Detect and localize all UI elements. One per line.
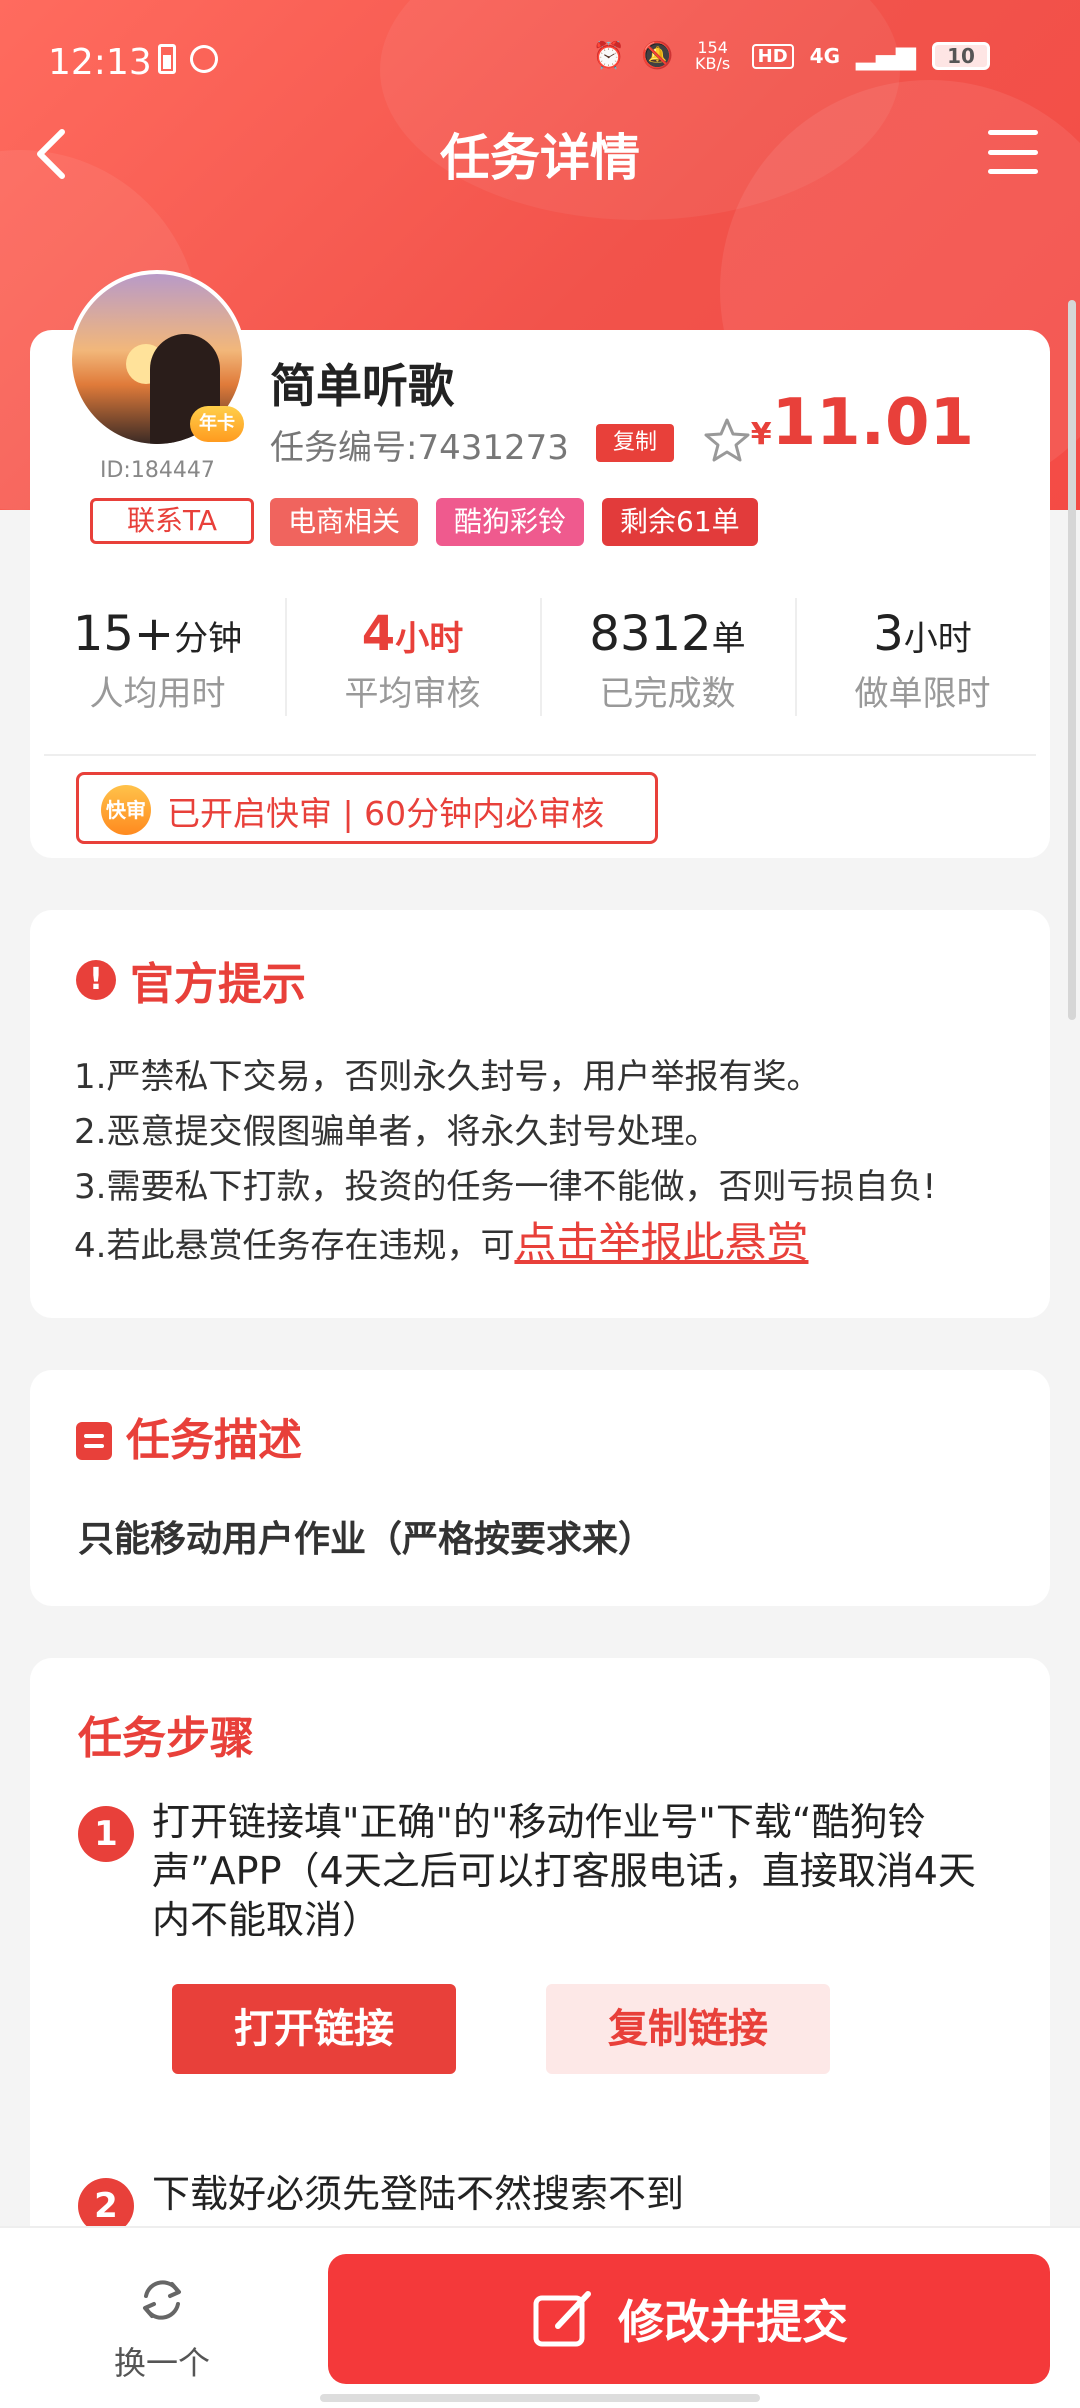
task-price: ¥11.01: [751, 386, 974, 460]
tag-type: 酷狗彩铃: [436, 498, 585, 546]
notice-lines: 1.严禁私下交易，否则永久封号，用户举报有奖。 2.恶意提交假图骗单者，将永久封…: [74, 1050, 1020, 1274]
status-time: 12:13: [48, 42, 152, 83]
steps-title: 任务步骤: [78, 1713, 254, 1764]
tag-remaining: 剩余61单: [602, 498, 758, 546]
description-text: 只能移动用户作业（严格按要求来）: [78, 1519, 655, 1560]
signal-label: 4G: [809, 44, 840, 68]
notice-line: 4.若此悬赏任务存在违规，可点击举报此悬赏: [74, 1218, 809, 1267]
copy-task-number-button[interactable]: 复制: [596, 424, 674, 462]
description-title: 任务描述: [126, 1415, 302, 1466]
menu-icon[interactable]: [988, 130, 1038, 174]
divider: [44, 754, 1036, 756]
mute-icon: 🔕: [641, 41, 674, 71]
battery-saver-icon: [158, 44, 176, 74]
publisher-id: ID:184447: [100, 458, 215, 483]
task-summary-card: 年卡 ID:184447 联系TA 简单听歌 任务编号:7431273 复制 ¥…: [30, 270, 1050, 858]
net-speed: 154 KB/s: [695, 38, 731, 73]
document-icon: [76, 1422, 112, 1460]
price-currency: ¥: [750, 417, 772, 452]
task-tags: 电商相关 酷狗彩铃 剩余61单: [270, 498, 758, 546]
notice-line: 1.严禁私下交易，否则永久封号，用户举报有奖。: [74, 1057, 821, 1097]
step-number: 1: [78, 1806, 134, 1862]
signal-icon: ▂▄▆: [856, 41, 916, 71]
fast-review-icon: 快审: [101, 785, 151, 835]
report-link[interactable]: 点击举报此悬赏: [514, 1218, 808, 1267]
status-bar: 12:13 ⏰ 🔕 154 KB/s HD 4G ▂▄▆ 10: [0, 0, 1080, 120]
contact-button[interactable]: 联系TA: [90, 498, 254, 544]
submit-label: 修改并提交: [618, 2295, 848, 2349]
notice-title: 官方提示: [130, 959, 306, 1010]
nav-bar: 任务详情: [0, 108, 1080, 198]
hd-badge: HD: [751, 43, 794, 69]
home-indicator[interactable]: [320, 2394, 760, 2402]
fast-review-text: 已开启快审 | 60分钟内必审核: [167, 794, 605, 833]
star-icon[interactable]: [702, 416, 752, 466]
stat-time-limit: 3小时 做单限时: [795, 586, 1050, 716]
edit-icon: [533, 2291, 591, 2347]
task-stats: 15+分钟 人均用时 4小时 平均审核 8312单 已完成数 3小时 做单限时: [30, 586, 1050, 716]
open-link-button[interactable]: 打开链接: [172, 1984, 456, 2074]
step-text: 打开链接填"正确"的"移动作业号"下载“酷狗铃声”APP（4天之后可以打客服电话…: [152, 1800, 976, 1942]
tag-category: 电商相关: [270, 498, 419, 546]
task-name: 简单听歌: [270, 359, 454, 413]
battery-icon: 10: [932, 42, 990, 70]
stat-completed: 8312单 已完成数: [540, 586, 795, 716]
step-text: 下载好必须先登陆不然搜索不到: [152, 2172, 685, 2216]
copy-link-button[interactable]: 复制链接: [546, 1984, 830, 2074]
fast-review-badge: 快审 已开启快审 | 60分钟内必审核: [76, 772, 658, 844]
vip-crown-badge: 年卡: [190, 406, 244, 442]
alert-icon: !: [76, 960, 116, 1000]
notice-line: 2.恶意提交假图骗单者，将永久封号处理。: [74, 1112, 719, 1152]
swap-task-button[interactable]: 换一个: [100, 2272, 224, 2384]
swap-label: 换一个: [113, 2344, 210, 2382]
stat-avg-review: 4小时 平均审核: [285, 586, 540, 716]
notice-line: 3.需要私下打款，投资的任务一律不能做，否则亏损自负!: [74, 1167, 937, 1207]
task-number: 任务编号:7431273: [270, 428, 569, 468]
app-notification-icon: [184, 39, 224, 79]
official-notice-card: ! 官方提示 1.严禁私下交易，否则永久封号，用户举报有奖。 2.恶意提交假图骗…: [30, 910, 1050, 1318]
task-description-card: 任务描述 只能移动用户作业（严格按要求来）: [30, 1370, 1050, 1606]
price-value: 11.01: [771, 386, 974, 460]
page-title: 任务详情: [440, 129, 640, 187]
bottom-action-bar: 换一个 修改并提交: [0, 2226, 1080, 2408]
scrollbar[interactable]: [1068, 300, 1076, 1020]
stat-avg-time: 15+分钟 人均用时: [72, 606, 243, 714]
refresh-icon: [143, 2280, 181, 2320]
submit-button[interactable]: 修改并提交: [328, 2254, 1050, 2384]
alarm-icon: ⏰: [592, 41, 626, 71]
